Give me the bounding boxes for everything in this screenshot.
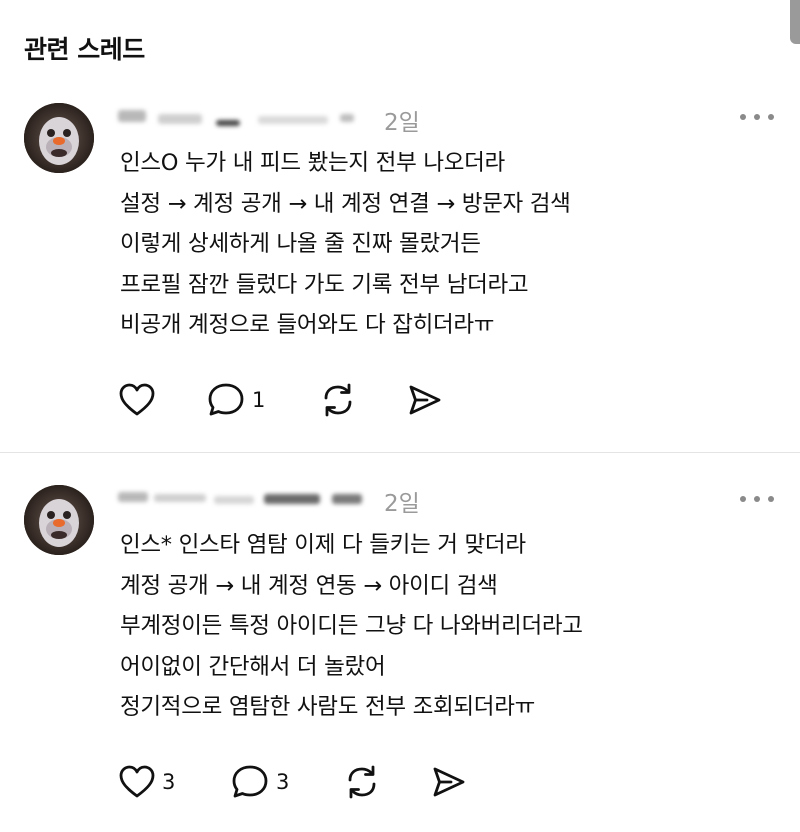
- post-timestamp: 2일: [384, 110, 420, 136]
- speech-bubble-icon: [232, 765, 268, 798]
- like-count: 3: [162, 770, 176, 794]
- reply-count: 3: [276, 770, 290, 794]
- post-text-line: 부계정이든 특정 아이디든 그냥 다 나와버리더라고: [120, 613, 583, 639]
- post-text-line: 이렇게 상세하게 나올 줄 진짜 몰랐거든: [120, 231, 481, 257]
- more-dots-icon[interactable]: [740, 107, 774, 127]
- section-title: 관련 스레드: [24, 35, 145, 64]
- post-text-line: 프로필 잠깐 들렀다 가도 기록 전부 남더라고: [120, 271, 529, 298]
- reply-button[interactable]: 3: [230, 763, 342, 801]
- post-text: 인스O 누가 내 피드 봤는지 전부 나오더라 설정 → 계정 공개 → 내 계…: [120, 143, 571, 346]
- avatar[interactable]: [24, 103, 94, 173]
- repost-icon: [324, 383, 352, 417]
- repost-button[interactable]: [318, 381, 406, 419]
- post-text-line: 인스* 인스타 염탐 이제 다 들키는 거 맞더라: [120, 532, 526, 558]
- post-text-line: 인스O 누가 내 피드 봤는지 전부 나오더라: [120, 150, 505, 176]
- post-text: 인스* 인스타 염탐 이제 다 들키는 거 맞더라 계정 공개 → 내 계정 연…: [120, 525, 583, 728]
- repost-button[interactable]: [342, 763, 430, 801]
- more-dots-icon[interactable]: [740, 489, 774, 509]
- post-actions: 1: [118, 378, 444, 422]
- post-divider: [0, 452, 800, 453]
- post-text-line: 어이없이 간단해서 더 놀랐어: [120, 653, 386, 680]
- post-text-line: 계정 공개 → 내 계정 연동 → 아이디 검색: [120, 572, 498, 599]
- username-redacted[interactable]: [118, 108, 368, 126]
- share-button[interactable]: [406, 382, 444, 418]
- post-timestamp: 2일: [384, 491, 420, 517]
- speech-bubble-icon: [208, 383, 244, 416]
- heart-icon: [119, 765, 155, 798]
- scrollbar[interactable]: [790, 0, 800, 44]
- send-icon: [409, 385, 441, 415]
- share-button[interactable]: [430, 764, 468, 800]
- reply-count: 1: [252, 388, 266, 412]
- post-text-line: 설정 → 계정 공개 → 내 계정 연결 → 방문자 검색: [120, 190, 571, 217]
- post-text-line: 비공개 계정으로 들어와도 다 잡히더라ㅠ: [120, 312, 495, 338]
- avatar[interactable]: [24, 485, 94, 555]
- post-actions: 3 3: [118, 760, 468, 804]
- post-text-line: 정기적으로 염탐한 사람도 전부 조회되더라ㅠ: [120, 694, 536, 720]
- like-button[interactable]: [118, 382, 206, 418]
- repost-icon: [348, 765, 376, 799]
- send-icon: [433, 767, 465, 797]
- heart-icon: [119, 383, 155, 416]
- like-button[interactable]: 3: [118, 764, 230, 800]
- username-redacted[interactable]: [118, 488, 368, 506]
- reply-button[interactable]: 1: [206, 381, 318, 419]
